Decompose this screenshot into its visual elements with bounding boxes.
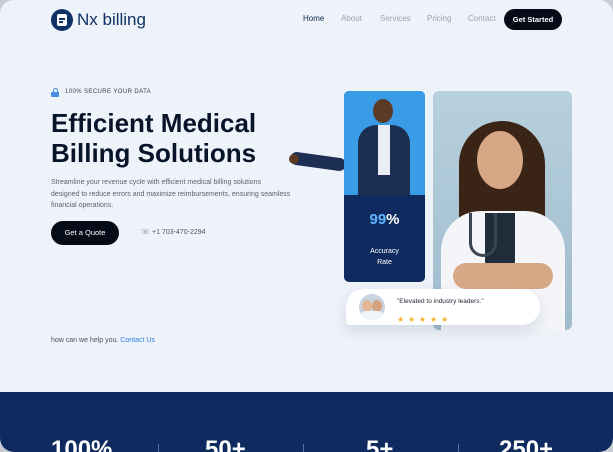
- help-text: how can we help you.: [51, 337, 119, 344]
- nav-link-about[interactable]: About: [341, 14, 362, 23]
- get-started-button[interactable]: Get Started: [504, 9, 562, 30]
- star-icon: ★: [408, 315, 416, 324]
- landing-page: Nx billing Home About Services Pricing C…: [0, 0, 613, 452]
- hero-title: Efficient Medical Billing Solutions: [51, 108, 257, 168]
- review-quote: "Elevated to industry leaders.": [397, 298, 484, 305]
- accuracy-label-line2: Rate: [377, 259, 392, 266]
- phone-number[interactable]: +1 703-470-2294: [152, 229, 206, 236]
- brand-name[interactable]: Nx billing: [77, 10, 146, 30]
- star-icon: ★: [441, 315, 449, 324]
- stat-value: 5+: [366, 436, 394, 452]
- accuracy-label-line1: Accuracy: [370, 248, 399, 255]
- phone-icon: ☏: [141, 229, 150, 236]
- star-icon: ★: [430, 315, 438, 324]
- accuracy-number: 99: [369, 211, 387, 228]
- nav-link-pricing[interactable]: Pricing: [427, 14, 451, 23]
- stat-divider: [303, 444, 304, 452]
- accuracy-value: 99%: [344, 211, 425, 228]
- get-quote-button[interactable]: Get a Quote: [51, 221, 119, 245]
- businessman-photo: [344, 91, 425, 195]
- review-card: "Elevated to industry leaders." ★ ★ ★ ★ ★: [346, 289, 540, 325]
- stat-value: 250+: [499, 436, 554, 452]
- star-icon: ★: [397, 315, 405, 324]
- stat-divider: [458, 444, 459, 452]
- star-rating: ★ ★ ★ ★ ★: [397, 309, 452, 324]
- lock-icon: [51, 88, 59, 97]
- stat-value: 50+: [205, 436, 246, 452]
- logo-icon[interactable]: [51, 9, 73, 31]
- star-icon: ★: [419, 315, 427, 324]
- help-prompt: how can we help you. Contact Us: [51, 337, 155, 344]
- reviewer-avatar: [359, 294, 385, 320]
- nav-link-contact[interactable]: Contact: [468, 14, 496, 23]
- hero-description: Streamline your revenue cycle with effic…: [51, 179, 291, 209]
- top-navbar: Nx billing Home About Services Pricing C…: [0, 0, 613, 40]
- contact-us-link[interactable]: Contact Us: [120, 337, 155, 344]
- accuracy-card: 99% Accuracy Rate: [344, 91, 425, 282]
- secure-badge-text: 100% SECURE YOUR DATA: [65, 89, 152, 95]
- stat-divider: [158, 444, 159, 452]
- nav-link-services[interactable]: Services: [380, 14, 411, 23]
- accuracy-suffix: %: [386, 211, 400, 228]
- stat-value: 100%: [51, 436, 113, 452]
- nav-link-home[interactable]: Home: [303, 14, 324, 23]
- businessman-hand: [289, 154, 299, 164]
- accuracy-label: Accuracy Rate: [344, 246, 425, 268]
- stats-band: 100% 50+ 5+ 250+: [0, 392, 613, 452]
